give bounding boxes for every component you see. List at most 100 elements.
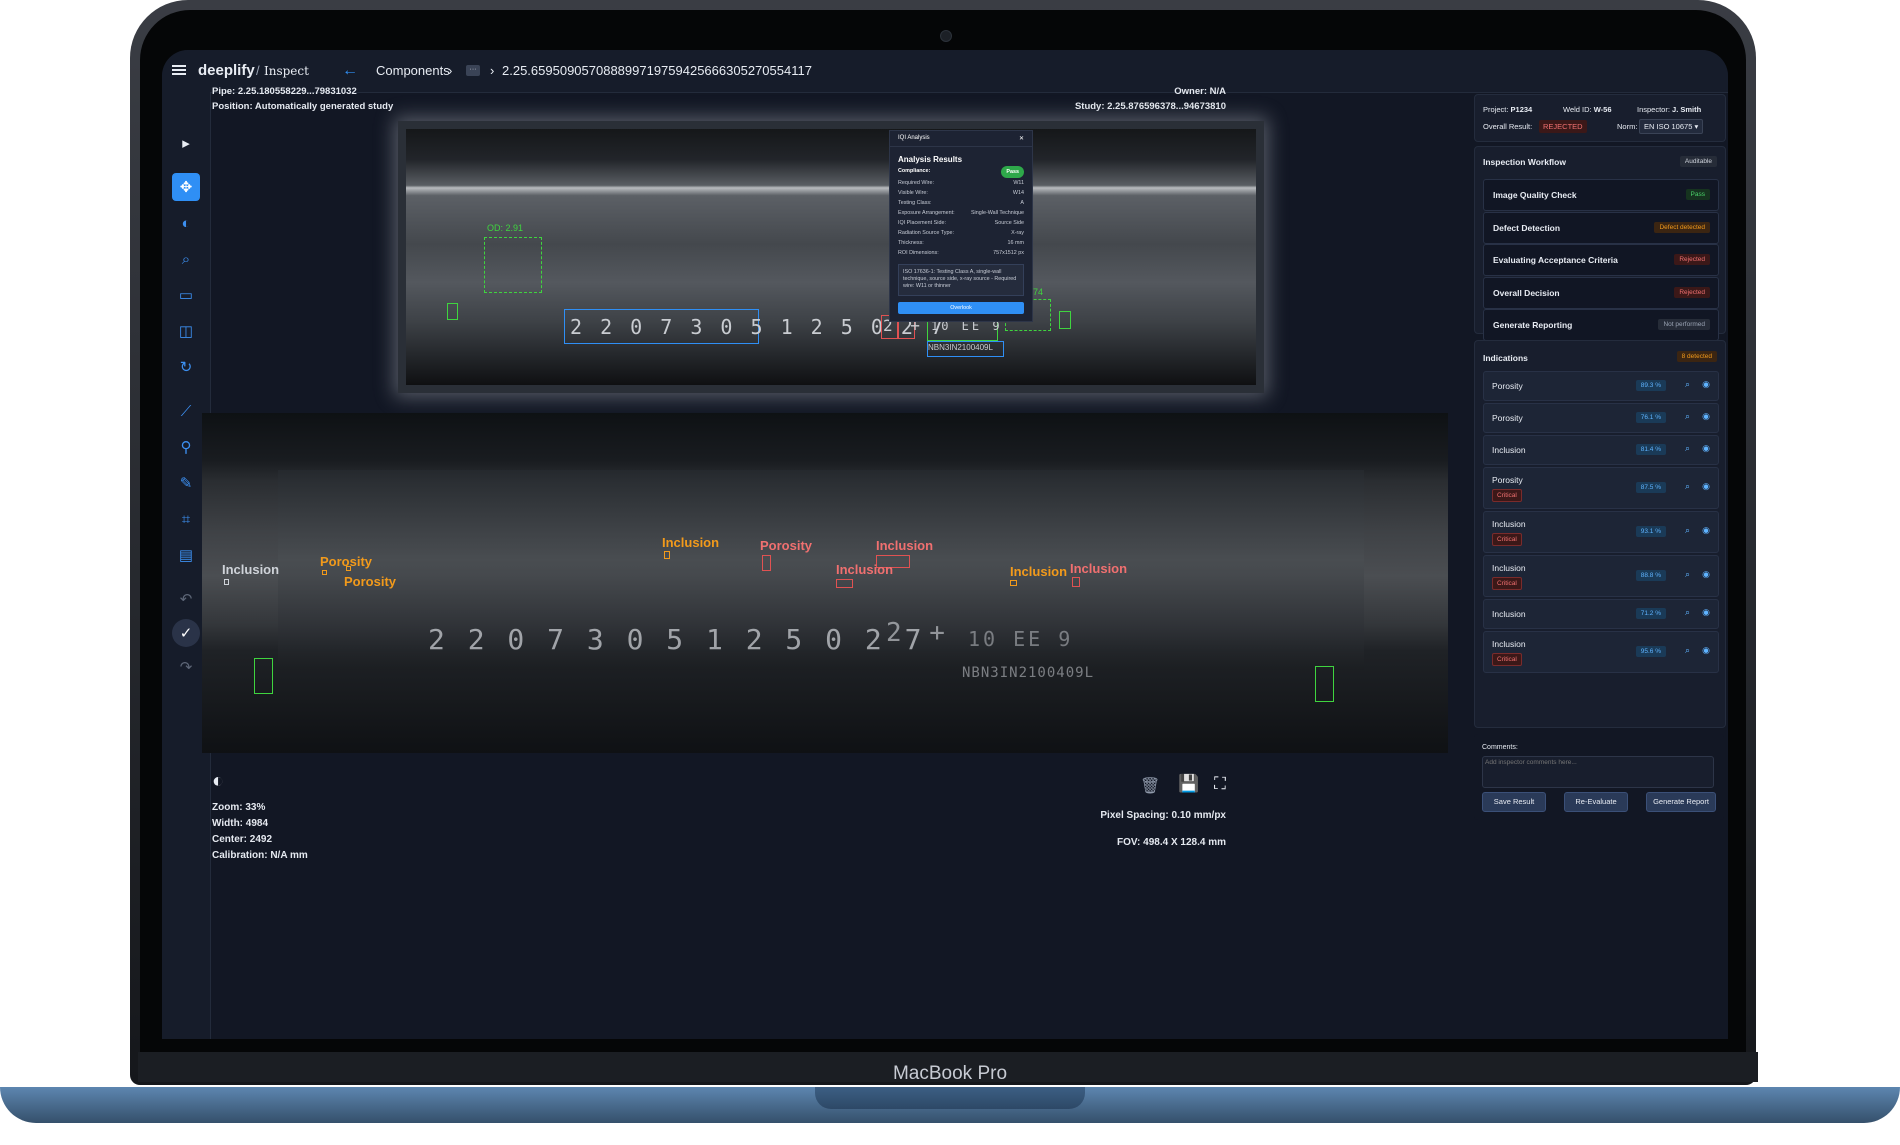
indication-item[interactable]: Inclusion Critical 95.6 % ⌕ ◉ — [1483, 631, 1719, 673]
zoom-to-icon[interactable]: ⌕ — [1685, 569, 1690, 580]
zoom-to-icon[interactable]: ⌕ — [1685, 411, 1690, 422]
redo-icon[interactable]: ↷ — [172, 653, 200, 681]
defect-label[interactable]: Inclusion — [1010, 564, 1067, 579]
defect-box[interactable] — [762, 555, 771, 571]
save-icon[interactable]: 💾 — [1178, 774, 1199, 794]
top-bar: deeplify / Inspect ← Components › ··· › … — [162, 50, 1728, 93]
undo-icon[interactable]: ↶ — [172, 585, 200, 613]
menu-icon[interactable] — [172, 63, 186, 77]
close-icon[interactable]: ✕ — [1019, 135, 1024, 142]
breadcrumb-more-button[interactable]: ··· — [466, 65, 480, 76]
defect-label[interactable]: Inclusion — [836, 562, 893, 577]
pan-tool-icon[interactable]: ✥ — [172, 173, 200, 201]
zoom-to-icon[interactable]: ⌕ — [1685, 481, 1690, 492]
crop-tool-icon[interactable]: ⌗ — [172, 505, 200, 533]
compare-tool-icon[interactable]: ◫ — [172, 317, 200, 345]
marker-box[interactable] — [254, 658, 273, 694]
curve-tool-icon[interactable]: ⟋ — [172, 397, 200, 425]
iqi-header-title: IQI Analysis — [898, 135, 930, 141]
expand-sidebar-icon[interactable]: ▸ — [172, 129, 200, 157]
indication-item[interactable]: Inclusion Critical 93.1 % ⌕ ◉ — [1483, 511, 1719, 553]
marker-box[interactable] — [1315, 666, 1334, 702]
zoom-to-icon[interactable]: ⌕ — [1685, 607, 1690, 618]
marker-box[interactable] — [447, 303, 458, 320]
visibility-icon[interactable]: ◉ — [1702, 411, 1710, 422]
indication-name: Porosity — [1492, 413, 1523, 423]
annotation-tool-icon[interactable]: ▤ — [172, 541, 200, 569]
indication-item[interactable]: Porosity 89.3 % ⌕ ◉ — [1483, 371, 1719, 401]
zoom-to-icon[interactable]: ⌕ — [1685, 525, 1690, 536]
defect-box[interactable] — [1010, 580, 1017, 586]
iqi-row-value: Single-Wall Technique — [970, 210, 1024, 216]
indication-item[interactable]: Inclusion Critical 88.8 % ⌕ ◉ — [1483, 555, 1719, 597]
defect-box[interactable] — [664, 551, 670, 559]
iqi-row-value: W14 — [1012, 190, 1024, 196]
project-label: Project: P1234 — [1483, 105, 1533, 114]
ruler-tool-icon[interactable]: ▭ — [172, 281, 200, 309]
node-tool-icon[interactable]: ⚲ — [172, 433, 200, 461]
zoom-to-icon[interactable]: ⌕ — [1685, 379, 1690, 390]
fullscreen-icon[interactable]: ⛶ — [1214, 774, 1226, 794]
marker-box[interactable] — [1059, 311, 1071, 329]
re-evaluate-button[interactable]: Re-Evaluate — [1564, 792, 1628, 812]
auditable-badge: Auditable — [1679, 156, 1717, 167]
workflow-step[interactable]: Evaluating Acceptance Criteria Rejected — [1483, 244, 1719, 276]
confirm-icon[interactable]: ✓ — [172, 619, 200, 647]
brush-tool-icon[interactable]: ✎ — [172, 469, 200, 497]
generate-report-button[interactable]: Generate Report — [1646, 792, 1716, 812]
overview-image[interactable]: OD: 2.91 2 2 0 7 3 0 5 1 2 5 0 2 7 2 + 1… — [398, 121, 1264, 393]
iqi-row-key: IQI Placement Side: — [898, 220, 946, 226]
calibration: Calibration: N/A mm — [212, 850, 308, 861]
contrast-toggle-icon[interactable]: ◐ — [212, 770, 224, 793]
indication-name: Inclusion — [1492, 445, 1526, 455]
workflow-step[interactable]: Generate Reporting Not performed — [1483, 309, 1719, 341]
contrast-tool-icon[interactable]: ◐ — [172, 209, 200, 237]
defect-box[interactable] — [224, 579, 229, 585]
overlook-button[interactable]: Overlook — [898, 302, 1024, 314]
iqi-row-value: W11 — [1013, 180, 1024, 186]
visibility-icon[interactable]: ◉ — [1702, 443, 1710, 454]
visibility-icon[interactable]: ◉ — [1702, 481, 1710, 492]
trash-icon[interactable]: 🗑 — [1140, 776, 1160, 796]
fov: FOV: 498.4 X 128.4 mm — [1117, 837, 1226, 848]
defect-label[interactable]: Porosity — [344, 574, 396, 589]
save-result-button[interactable]: Save Result — [1482, 792, 1546, 812]
visibility-icon[interactable]: ◉ — [1702, 607, 1710, 618]
workflow-step[interactable]: Overall Decision Rejected — [1483, 276, 1719, 309]
defect-box[interactable] — [346, 566, 351, 571]
indication-item[interactable]: Porosity 76.1 % ⌕ ◉ — [1483, 403, 1719, 433]
defect-label[interactable]: Inclusion — [876, 538, 933, 553]
indication-item[interactable]: Inclusion 81.4 % ⌕ ◉ — [1483, 435, 1719, 465]
defect-box[interactable] — [322, 570, 327, 575]
defect-box[interactable] — [1072, 577, 1080, 587]
workflow-step[interactable]: Image Quality Check Pass — [1483, 179, 1719, 211]
workflow-step[interactable]: Defect Detection Defect detected — [1483, 211, 1719, 244]
workflow-status-badge: Not performed — [1658, 319, 1710, 330]
visibility-icon[interactable]: ◉ — [1702, 645, 1710, 656]
indication-item[interactable]: Inclusion 71.2 % ⌕ ◉ — [1483, 599, 1719, 629]
workflow-card: Inspection Workflow Auditable Image Qual… — [1474, 146, 1726, 341]
defect-box[interactable] — [836, 579, 853, 588]
defect-label[interactable]: Inclusion — [222, 562, 279, 577]
rotate-tool-icon[interactable]: ↻ — [172, 353, 200, 381]
norm-select[interactable]: EN ISO 10675 ▾ — [1639, 119, 1704, 134]
pixel-spacing: Pixel Spacing: 0.10 mm/px — [1100, 810, 1226, 821]
defect-label[interactable]: Inclusion — [662, 535, 719, 550]
indication-item[interactable]: Porosity Critical 87.5 % ⌕ ◉ — [1483, 467, 1719, 509]
od-region[interactable] — [484, 237, 542, 293]
workflow-title: Inspection Workflow — [1483, 157, 1566, 167]
defect-label[interactable]: Porosity — [760, 538, 812, 553]
visibility-icon[interactable]: ◉ — [1702, 379, 1710, 390]
od-label: OD: 2.91 — [487, 223, 524, 233]
radiograph-main[interactable]: 2 2 0 7 3 0 5 1 2 5 0 2 7 2 + 10 EE 9 NB… — [202, 413, 1448, 753]
zoom-tool-icon[interactable]: ⌕ — [172, 245, 200, 273]
visibility-icon[interactable]: ◉ — [1702, 525, 1710, 536]
visibility-icon[interactable]: ◉ — [1702, 569, 1710, 580]
zoom-to-icon[interactable]: ⌕ — [1685, 645, 1690, 656]
comments-input[interactable] — [1482, 756, 1714, 788]
defect-label[interactable]: Inclusion — [1070, 561, 1127, 576]
film-stamp[interactable]: NBN3IN2100409L — [927, 341, 1004, 357]
film-number: 2 2 0 7 3 0 5 1 2 5 0 2 7 — [428, 623, 925, 656]
zoom-to-icon[interactable]: ⌕ — [1685, 443, 1690, 454]
iqi-row-key: Visible Wire: — [898, 190, 928, 196]
